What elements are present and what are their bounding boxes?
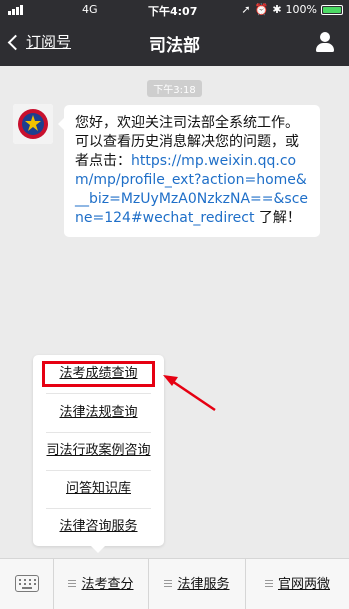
highlight-box <box>42 361 155 387</box>
page-title: 司法部 <box>149 36 200 56</box>
battery-percent: 100% <box>285 3 317 16</box>
clock: 下午4:07 <box>148 5 198 18</box>
menu-item-regulations-query[interactable]: 法律法规查询 <box>33 394 164 432</box>
menu-item-case-consult[interactable]: 司法行政案例咨询 <box>33 432 164 470</box>
emblem-icon <box>13 104 53 144</box>
keyboard-icon[interactable] <box>15 575 39 592</box>
battery-icon <box>321 4 343 15</box>
alarm-icon: ⏰ <box>254 3 269 16</box>
tab-score-query[interactable]: 法考查分 <box>54 559 148 609</box>
avatar[interactable] <box>13 104 53 144</box>
message-bubble: 您好，欢迎关注司法部全系统工作。可以查看历史消息解决您的问题，或者点击：http… <box>58 105 320 237</box>
network-type: 4G <box>82 3 98 16</box>
tab-legal-services[interactable]: 法律服务 <box>149 559 245 609</box>
status-bar: 4G 下午4:07 ➚ ⏰ ✱ 100% <box>0 0 349 20</box>
menu-item-qa-knowledge[interactable]: 问答知识库 <box>33 470 164 508</box>
bluetooth-icon: ✱ <box>272 3 282 16</box>
nav-bar: 订阅号 司法部 <box>0 20 349 66</box>
menu-lines-icon <box>264 580 273 587</box>
location-icon: ➚ <box>241 3 251 16</box>
user-profile-icon[interactable] <box>315 32 335 52</box>
menu-lines-icon <box>164 580 173 587</box>
tab-official-sites[interactable]: 官网两微 <box>246 559 349 609</box>
signal-icon <box>8 5 23 15</box>
menu-lines-icon <box>68 580 77 587</box>
submenu-popup: 法考成绩查询 法律法规查询 司法行政案例咨询 问答知识库 法律咨询服务 <box>33 355 164 553</box>
menu-item-legal-consult[interactable]: 法律咨询服务 <box>33 508 164 546</box>
bottom-menu-bar: 法考查分 法律服务 官网两微 <box>0 558 349 609</box>
red-arrow-icon <box>163 375 216 412</box>
message-timestamp: 下午3:18 <box>0 78 349 97</box>
message-text-end: 了解！ <box>254 210 301 226</box>
